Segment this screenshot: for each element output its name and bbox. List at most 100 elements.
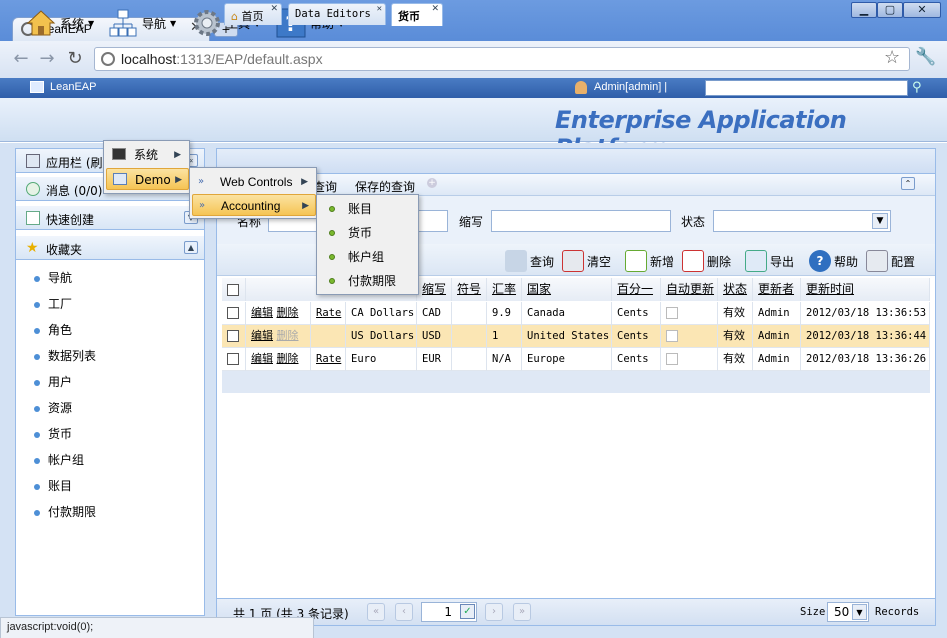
search-icon[interactable]: ⚲ <box>912 80 922 95</box>
grid-empty-area <box>222 371 930 393</box>
submenu-arrow-icon: ▶ <box>301 177 308 187</box>
menu-item-demo[interactable]: Demo ▶ <box>106 168 189 190</box>
edit-link[interactable]: 编辑 <box>251 329 273 342</box>
minimize-button[interactable]: ▁ <box>851 2 877 18</box>
add-query-icon[interactable]: + <box>427 178 437 188</box>
table-row[interactable]: 编辑 删除 Rate CA Dollars CAD 9.9 Canada Cents 有效 Ad… <box>222 302 930 325</box>
close-window-button[interactable]: ✕ <box>903 2 941 18</box>
favorite-item[interactable]: 账目 <box>34 477 72 494</box>
edit-link[interactable]: 编辑 <box>251 352 273 365</box>
last-page-icon[interactable]: » <box>513 603 531 621</box>
address-bar[interactable]: localhost:1313/EAP/default.aspx <box>94 47 910 71</box>
select-all-checkbox[interactable] <box>222 278 246 301</box>
chevron-down-icon[interactable]: ▼ <box>872 213 888 229</box>
column-header[interactable]: 更新者 <box>753 278 801 301</box>
tab-data-editors[interactable]: Data Editors ✕ <box>288 3 386 25</box>
next-page-icon[interactable]: › <box>485 603 503 621</box>
delete-link[interactable]: 删除 <box>277 329 299 342</box>
tab-home[interactable]: ⌂ 首页 ✕ <box>224 3 282 25</box>
quick-create-header[interactable]: 快速创建 ▼ <box>16 206 204 230</box>
column-header[interactable]: 自动更新 <box>661 278 718 301</box>
column-header[interactable]: 汇率 <box>487 278 522 301</box>
export-button[interactable]: 导出 <box>745 250 794 272</box>
row-checkbox[interactable] <box>222 325 246 348</box>
rate-link[interactable]: Rate <box>316 307 341 319</box>
saved-queries-link[interactable]: 保存的查询 <box>355 178 415 195</box>
column-header[interactable]: 国家 <box>522 278 612 301</box>
close-tab-home-icon[interactable]: ✕ <box>270 4 278 14</box>
favorites-toggle[interactable]: ▲ <box>184 241 198 254</box>
rate-link-cell[interactable] <box>311 325 346 348</box>
favorite-item[interactable]: 导航 <box>34 269 72 286</box>
abbr-filter-input[interactable] <box>491 210 671 232</box>
favorite-item[interactable]: 角色 <box>34 321 72 338</box>
close-tab-currency-icon[interactable]: ✕ <box>431 4 439 14</box>
column-header[interactable]: 符号 <box>452 278 487 301</box>
first-page-icon[interactable]: « <box>367 603 385 621</box>
nav-menu[interactable]: 导航 ▼ <box>108 8 176 38</box>
favorite-item-label: 数据列表 <box>48 349 97 363</box>
menu-item-system[interactable]: 系统 ▶ <box>106 144 187 166</box>
favorite-item[interactable]: 货币 <box>34 425 72 442</box>
table-row[interactable]: 编辑 删除 US Dollars USD 1 United States Cents 有效 A… <box>222 325 930 348</box>
back-icon[interactable]: ← <box>10 48 32 70</box>
user-label[interactable]: Admin[admin] | <box>594 81 667 93</box>
favorite-item[interactable]: 工厂 <box>34 295 72 312</box>
wrench-icon[interactable]: 🔧 <box>915 47 936 67</box>
add-button[interactable]: 新增 <box>625 250 674 272</box>
status-cell: 有效 <box>718 348 753 371</box>
row-checkbox[interactable] <box>222 302 246 325</box>
system-menu[interactable]: 系统 ▼ <box>26 8 94 38</box>
config-icon <box>866 250 888 272</box>
page-size-select[interactable]: 50 ▼ <box>827 602 869 622</box>
edit-link[interactable]: 编辑 <box>251 306 273 319</box>
menu-item-accounting-entry[interactable]: 付款期限 <box>319 270 416 292</box>
go-page-icon[interactable]: ✓ <box>460 604 475 619</box>
rate-link-cell[interactable]: Rate <box>311 348 346 371</box>
query-button[interactable]: 查询 <box>505 250 554 272</box>
favorite-item[interactable]: 付款期限 <box>34 503 96 520</box>
tab-currency[interactable]: 货币 ✕ <box>391 3 443 26</box>
reload-icon[interactable]: ↻ <box>64 48 86 70</box>
tab-data-editors-label: Data Editors <box>295 8 371 20</box>
forward-icon[interactable]: → <box>36 48 58 70</box>
cent-cell: Cents <box>612 325 661 348</box>
favorite-item[interactable]: 数据列表 <box>34 347 96 364</box>
help-button[interactable]: ? 帮助 <box>809 250 858 272</box>
maximize-button[interactable]: ▢ <box>877 2 903 18</box>
column-header[interactable]: 状态 <box>718 278 753 301</box>
config-button[interactable]: 配置 <box>866 250 915 272</box>
column-header[interactable]: 百分一 <box>612 278 661 301</box>
bookmark-star-icon[interactable]: ☆ <box>884 47 900 68</box>
close-tab-data-editors-icon[interactable]: ✕ <box>377 4 382 14</box>
menu-item-accounting[interactable]: » Accounting ▶ <box>192 194 316 216</box>
favorite-item[interactable]: 用户 <box>34 373 72 390</box>
page-size-chevron-icon[interactable]: ▼ <box>852 604 867 620</box>
menu-item-accounting-entry[interactable]: 帐户组 <box>319 246 416 268</box>
rate-link-cell[interactable]: Rate <box>311 302 346 325</box>
favorite-item[interactable]: 资源 <box>34 399 72 416</box>
menu-item-web-controls[interactable]: » Web Controls ▶ <box>192 171 314 193</box>
collapse-filter-icon[interactable]: ⌃ <box>901 177 915 190</box>
apps-icon <box>26 154 40 168</box>
green-bullet-icon <box>329 206 335 212</box>
column-header[interactable]: 缩写 <box>417 278 452 301</box>
status-filter-select[interactable]: ▼ <box>713 210 891 232</box>
column-header[interactable]: 更新时间 <box>801 278 930 301</box>
delete-link[interactable]: 删除 <box>277 352 299 365</box>
browser-navbar: ← → ↻ localhost:1313/EAP/default.aspx <box>0 41 947 78</box>
row-checkbox[interactable] <box>222 348 246 371</box>
table-row[interactable]: 编辑 删除 Rate Euro EUR N/A Europe Cents 有效 Admin 201… <box>222 348 930 371</box>
delete-button[interactable]: 删除 <box>682 250 731 272</box>
rate-link[interactable]: Rate <box>316 353 341 365</box>
updater-cell: Admin <box>753 325 801 348</box>
favorite-item[interactable]: 帐户组 <box>34 451 84 468</box>
clear-button[interactable]: 清空 <box>562 250 611 272</box>
menu-item-accounting-entry[interactable]: 账目 <box>319 198 416 220</box>
favorites-header[interactable]: ★ 收藏夹 ▲ <box>16 236 204 260</box>
prev-page-icon[interactable]: ‹ <box>395 603 413 621</box>
menu-item-accounting-entry[interactable]: 货币 <box>319 222 416 244</box>
header-search-input[interactable] <box>705 80 908 96</box>
green-bullet-icon <box>329 278 335 284</box>
delete-link[interactable]: 删除 <box>277 306 299 319</box>
